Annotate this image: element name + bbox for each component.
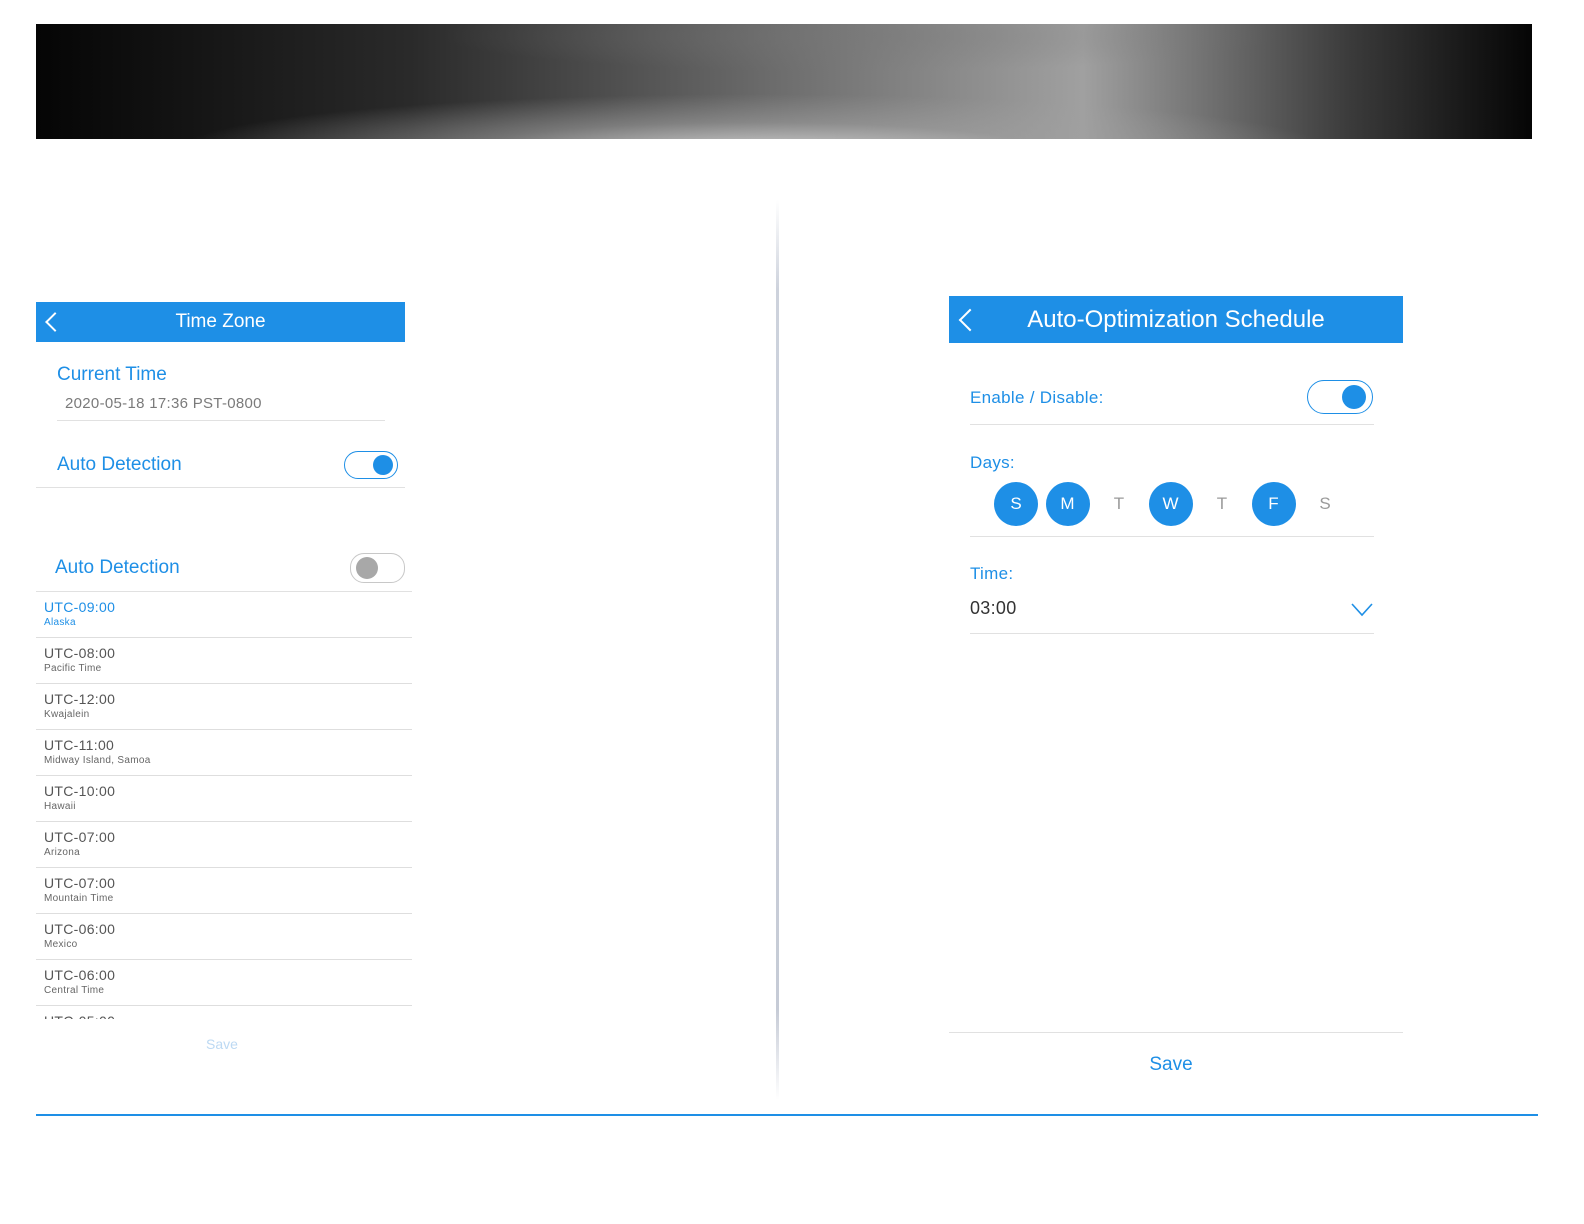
timezone-row[interactable]: UTC-09:00 Alaska [36,592,412,638]
timezone-region: Pacific Time [44,663,102,674]
save-button[interactable]: Save [949,1054,1393,1076]
timezone-row[interactable]: UTC-06:00 Central Time [36,960,412,1006]
header-banner [36,24,1532,139]
divider [970,536,1374,537]
timezone-offset: UTC-12:00 [44,691,116,707]
day-toggle[interactable]: W [1148,482,1193,526]
timezone-region: Alaska [44,617,76,628]
days-selector: SMTWTFS [994,482,1355,526]
enable-toggle[interactable] [1307,380,1373,414]
timezone-region: Central Time [44,985,105,996]
day-toggle[interactable]: F [1251,482,1296,526]
time-zone-header: Time Zone [36,302,405,342]
timezone-row[interactable]: UTC-11:00 Midway Island, Samoa [36,730,412,776]
time-zone-screen: Time Zone Current Time 2020-05-18 17:36 … [36,302,412,1082]
timezone-row[interactable]: UTC-07:00 Arizona [36,822,412,868]
timezone-region: Hawaii [44,801,76,812]
timezone-offset: UTC-08:00 [44,645,116,661]
timezone-row[interactable]: UTC-05:00 [36,1006,412,1019]
header-title: Auto-Optimization Schedule [1027,305,1325,333]
timezone-offset: UTC-07:00 [44,829,116,845]
timezone-row[interactable]: UTC-10:00 Hawaii [36,776,412,822]
days-label: Days: [970,453,1015,472]
day-toggle[interactable]: S [994,482,1038,526]
toggle-knob [373,455,393,475]
timezone-offset: UTC-05:00 [44,1013,115,1019]
divider [970,633,1374,634]
toggle-knob [356,557,378,579]
timezone-offset: UTC-10:00 [44,783,116,799]
divider [36,487,405,488]
auto-optimization-screen: Auto-Optimization Schedule Enable / Disa… [949,296,1403,1096]
auto-detection-toggle[interactable] [344,451,398,479]
time-label: Time: [970,564,1014,583]
panel-divider [776,200,779,1100]
timezone-offset: UTC-06:00 [44,921,116,937]
timezone-offset: UTC-11:00 [44,737,115,753]
day-toggle[interactable]: T [1097,482,1141,526]
save-button[interactable]: Save [36,1036,408,1052]
timezone-offset: UTC-07:00 [44,875,116,891]
chevron-down-icon[interactable] [1351,603,1373,617]
day-toggle[interactable]: T [1200,482,1244,526]
divider [57,420,385,421]
current-time-value: 2020-05-18 17:36 PST-0800 [65,395,262,412]
auto-detection-label-2: Auto Detection [55,557,180,578]
auto-detection-toggle-2[interactable] [350,553,405,583]
timezone-region: Mexico [44,939,78,950]
toggle-knob [1342,384,1366,409]
auto-detection-label: Auto Detection [57,454,182,475]
time-select-value[interactable]: 03:00 [970,598,1017,619]
timezone-region: Kwajalein [44,709,90,720]
timezone-region: Arizona [44,847,81,858]
footer-line [36,1114,1538,1116]
timezone-list[interactable]: UTC-09:00 Alaska UTC-08:00 Pacific Time UTC-… [36,592,412,1019]
divider [970,424,1374,425]
timezone-offset: UTC-06:00 [44,967,116,983]
day-toggle[interactable]: M [1045,482,1090,526]
header-title: Time Zone [175,311,266,332]
timezone-region: Midway Island, Samoa [44,755,151,766]
back-chevron-icon[interactable] [45,312,65,332]
timezone-offset: UTC-09:00 [44,599,116,615]
timezone-row[interactable]: UTC-08:00 Pacific Time [36,638,412,684]
timezone-region: Mountain Time [44,893,114,904]
timezone-row[interactable]: UTC-07:00 Mountain Time [36,868,412,914]
timezone-row[interactable]: UTC-12:00 Kwajalein [36,684,412,730]
current-time-label: Current Time [57,364,167,385]
divider [949,1032,1403,1033]
schedule-header: Auto-Optimization Schedule [949,296,1403,343]
back-chevron-icon[interactable] [958,308,982,331]
timezone-row[interactable]: UTC-06:00 Mexico [36,914,412,960]
enable-disable-label: Enable / Disable: [970,388,1104,407]
day-toggle[interactable]: S [1303,482,1347,526]
